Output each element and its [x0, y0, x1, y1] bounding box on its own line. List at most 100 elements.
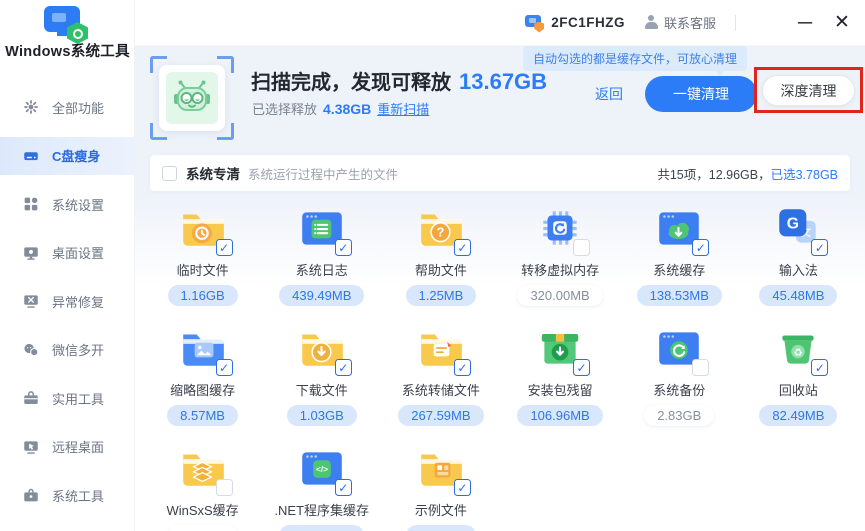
- clean-item[interactable]: ✓ 下载文件 1.03GB: [262, 323, 381, 426]
- monitor-icon: [22, 244, 40, 262]
- item-checkbox[interactable]: ✓: [454, 479, 471, 496]
- robot-icon: [166, 72, 218, 124]
- item-checkbox[interactable]: ✓: [335, 359, 352, 376]
- item-label: 系统转储文件: [402, 380, 480, 399]
- clean-item[interactable]: 转移虚拟内存 320.00MB: [500, 203, 619, 306]
- auto-select-tooltip: 自动勾选的都是缓存文件，可放心清理: [523, 46, 747, 71]
- item-label: 缩略图缓存: [170, 380, 235, 399]
- sidebar-item-label: 远程桌面: [52, 437, 104, 456]
- clean-item[interactable]: ✓ 临时文件 1.16GB: [143, 203, 262, 306]
- clean-item[interactable]: ✓ 系统转储文件 267.59MB: [381, 323, 500, 426]
- selected-summary[interactable]: 已选3.78GB: [771, 168, 838, 182]
- svg-text:?: ?: [437, 226, 445, 240]
- sidebar-item-grid[interactable]: 系统设置: [0, 185, 135, 223]
- releasable-size: 13.67GB: [459, 69, 547, 95]
- item-checkbox[interactable]: [573, 239, 590, 256]
- sidebar-item-gear[interactable]: 全部功能: [0, 88, 135, 126]
- item-size-badge: 6.04GB: [168, 525, 238, 531]
- sidebar-item-toolbox[interactable]: 实用工具: [0, 379, 135, 417]
- item-checkbox[interactable]: ✓: [573, 359, 590, 376]
- item-label: WinSxS缓存: [166, 500, 238, 519]
- item-label: .NET程序集缓存: [274, 500, 369, 519]
- item-size-badge: 320.00MB: [517, 285, 602, 306]
- clean-item[interactable]: ✓ 系统日志 439.49MB: [262, 203, 381, 306]
- item-label: 回收站: [779, 380, 818, 399]
- section-subtitle: 系统运行过程中产生的文件: [248, 164, 398, 183]
- contact-support-button[interactable]: 联系客服: [644, 13, 716, 32]
- clean-item[interactable]: ♻ ✓ 回收站 82.49MB: [739, 323, 858, 426]
- close-button[interactable]: ✕: [833, 11, 851, 34]
- action-buttons: 返回 一键清理: [595, 76, 757, 112]
- person-icon: [644, 15, 659, 30]
- wechat-icon: [22, 341, 40, 359]
- sidebar-item-remote[interactable]: 远程桌面: [0, 428, 135, 466]
- clean-item[interactable]: ? ✓ 帮助文件 1.25MB: [381, 203, 500, 306]
- section-summary: 共15项，12.96GB，已选3.78GB: [657, 164, 838, 183]
- scan-result-title: 扫描完成，发现可释放 13.67GB: [251, 66, 547, 95]
- sidebar-item-label: 桌面设置: [52, 243, 104, 262]
- back-button[interactable]: 返回: [595, 84, 623, 104]
- sidebar-nav: 全部功能 C盘瘦身 系统设置 桌面设置 异常修复 微信多开 实用工具: [0, 88, 135, 525]
- item-checkbox[interactable]: ✓: [454, 359, 471, 376]
- app-window: Windows系统工具 全部功能 C盘瘦身 系统设置 桌面设置 异常修复: [0, 0, 865, 531]
- item-checkbox[interactable]: ✓: [692, 239, 709, 256]
- sidebar-item-repair[interactable]: 异常修复: [0, 282, 135, 320]
- select-all-checkbox[interactable]: [162, 166, 177, 181]
- sidebar-item-label: 微信多开: [52, 340, 104, 359]
- item-size-badge: 1.25MB: [406, 285, 477, 306]
- selected-size: 4.38GB: [323, 101, 371, 117]
- section-title: 系统专清: [186, 163, 240, 183]
- main-panel: 2FC1FHZG 联系客服 ─ ✕: [135, 0, 865, 531]
- item-checkbox[interactable]: [216, 479, 233, 496]
- gear-icon: [22, 98, 40, 116]
- item-checkbox[interactable]: ✓: [454, 239, 471, 256]
- sidebar-item-label: C盘瘦身: [52, 146, 100, 165]
- item-size-badge: 267.59MB: [398, 405, 483, 426]
- briefcase-icon: [22, 486, 40, 504]
- clean-item[interactable]: </> ✓ .NET程序集缓存 531.94MB: [262, 443, 381, 531]
- item-checkbox[interactable]: ✓: [216, 239, 233, 256]
- menu-icon[interactable]: [755, 15, 777, 31]
- sidebar-item-label: 系统设置: [52, 195, 104, 214]
- sidebar-item-briefcase[interactable]: 系统工具: [0, 476, 135, 514]
- item-size-badge: 1.03GB: [287, 405, 357, 426]
- clean-item[interactable]: 文 G ✓ 输入法 45.48MB: [739, 203, 858, 306]
- sidebar-item-drive[interactable]: C盘瘦身: [0, 137, 135, 175]
- remote-icon: [22, 438, 40, 456]
- minimize-button[interactable]: ─: [796, 18, 814, 28]
- drive-icon: [22, 147, 40, 165]
- scan-robot-frame: [150, 56, 234, 140]
- item-checkbox[interactable]: ✓: [811, 239, 828, 256]
- app-title: Windows系统工具: [0, 40, 135, 61]
- item-size-badge: 82.49MB: [759, 405, 837, 426]
- item-checkbox[interactable]: ✓: [216, 359, 233, 376]
- item-size-badge: 106.96MB: [517, 405, 602, 426]
- svg-text:♻: ♻: [794, 348, 803, 359]
- grid-icon: [22, 195, 40, 213]
- clean-item[interactable]: ✓ 安装包残留 106.96MB: [500, 323, 619, 426]
- sidebar-item-label: 系统工具: [52, 486, 104, 505]
- sidebar-item-label: 全部功能: [52, 98, 104, 117]
- item-checkbox[interactable]: [692, 359, 709, 376]
- device-id-group: 2FC1FHZG: [524, 13, 625, 33]
- item-label: 下载文件: [296, 380, 348, 399]
- deep-clean-button[interactable]: 深度清理: [762, 75, 855, 106]
- item-size-badge: 138.53MB: [637, 285, 722, 306]
- item-size-badge: 8.57MB: [167, 405, 238, 426]
- sidebar-item-label: 异常修复: [52, 292, 104, 311]
- item-checkbox[interactable]: ✓: [335, 239, 352, 256]
- clean-item[interactable]: 系统备份 2.83GB: [620, 323, 739, 426]
- item-checkbox[interactable]: ✓: [335, 479, 352, 496]
- clean-item[interactable]: WinSxS缓存 6.04GB: [143, 443, 262, 531]
- rescan-link[interactable]: 重新扫描: [377, 99, 429, 118]
- svg-text:</>: </>: [316, 464, 328, 474]
- item-checkbox[interactable]: ✓: [811, 359, 828, 376]
- sidebar-item-monitor[interactable]: 桌面设置: [0, 234, 135, 272]
- sidebar-item-wechat[interactable]: 微信多开: [0, 331, 135, 369]
- clean-item[interactable]: ✓ 缩略图缓存 8.57MB: [143, 323, 262, 426]
- clean-item[interactable]: ✓ 系统缓存 138.53MB: [620, 203, 739, 306]
- item-size-badge: 1.16GB: [168, 285, 238, 306]
- clean-item[interactable]: ✓ 示例文件 4.99MB: [381, 443, 500, 531]
- scan-selected-line: 已选择释放 4.38GB 重新扫描: [252, 99, 429, 118]
- one-click-clean-button[interactable]: 一键清理: [645, 76, 757, 112]
